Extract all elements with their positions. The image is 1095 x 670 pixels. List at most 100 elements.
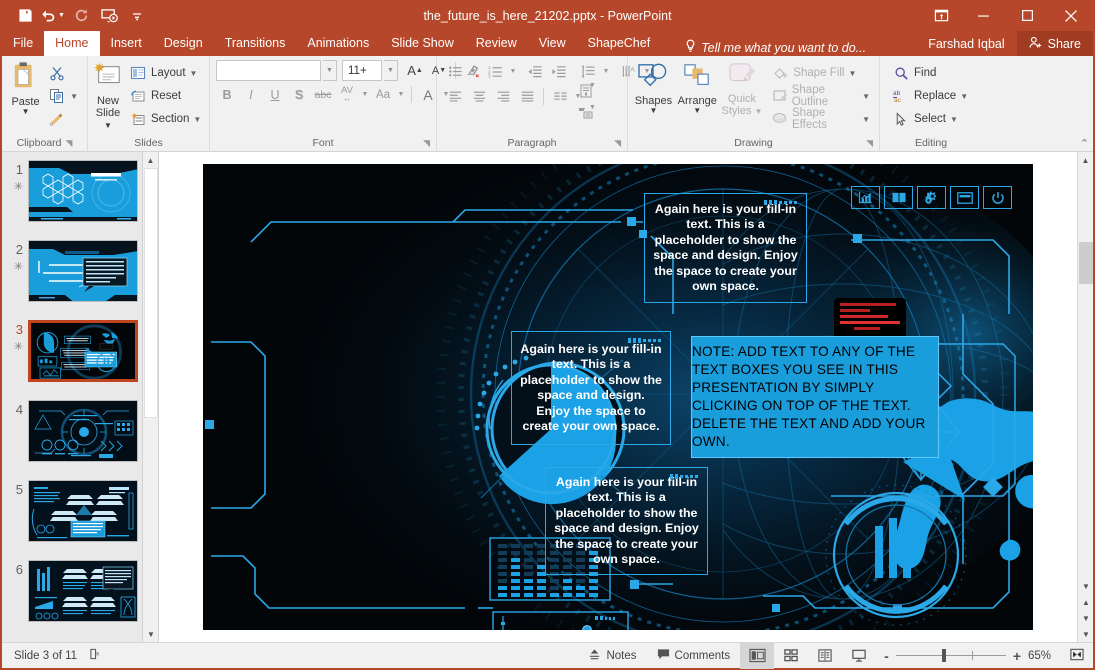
select-caret-icon[interactable]: ▼ bbox=[950, 115, 958, 124]
tell-me-box[interactable]: Tell me what you want to do... bbox=[675, 39, 876, 56]
gears-icon[interactable] bbox=[917, 186, 946, 209]
layout-caret-icon[interactable]: ▼ bbox=[190, 69, 198, 78]
tab-shapechef[interactable]: ShapeChef bbox=[577, 31, 662, 56]
scroll-up-icon[interactable]: ▲ bbox=[1078, 152, 1093, 168]
placeholder-textbox-middle[interactable]: Again here is your fill-in text. This is… bbox=[511, 331, 671, 445]
format-painter-button[interactable] bbox=[44, 108, 82, 130]
shape-outline-button[interactable]: Shape Outline ▼ bbox=[767, 84, 874, 108]
slide-thumbnail-4[interactable]: 4 bbox=[2, 400, 158, 480]
scroll-down-icon[interactable]: ▼ bbox=[1078, 578, 1094, 594]
underline-button[interactable]: U bbox=[264, 84, 286, 105]
zoom-slider[interactable] bbox=[895, 649, 1006, 662]
restore-icon[interactable] bbox=[1005, 0, 1049, 31]
center-button[interactable] bbox=[468, 86, 490, 107]
bullets-button[interactable] bbox=[444, 61, 466, 82]
shape-effects-button[interactable]: Shape Effects ▼ bbox=[767, 107, 874, 131]
slide-thumbnail-1[interactable]: 1 ✳ bbox=[2, 160, 158, 240]
vertical-scroll-thumb[interactable] bbox=[1079, 242, 1093, 284]
scroll-up-icon[interactable]: ▲ bbox=[143, 152, 158, 168]
replace-button[interactable]: ab ac Replace ▼ bbox=[888, 85, 972, 107]
tab-view[interactable]: View bbox=[528, 31, 577, 56]
slide-editing-stage[interactable]: Lorem ipsum dolor sit amet, consectetur … bbox=[159, 152, 1077, 642]
save-icon[interactable] bbox=[12, 4, 38, 28]
change-case-button[interactable]: Aa bbox=[372, 84, 394, 105]
previous-slide-icon[interactable]: ▲ bbox=[1078, 594, 1094, 610]
zoom-level[interactable]: 65% bbox=[1028, 650, 1058, 662]
normal-view-button[interactable] bbox=[740, 642, 775, 669]
font-dialog-launcher[interactable]: ◥ bbox=[423, 138, 430, 149]
numbering-button[interactable]: 123 bbox=[484, 61, 506, 82]
paste-button[interactable]: Paste ▼ bbox=[7, 60, 44, 116]
thumbnails-scroll-thumb[interactable] bbox=[144, 168, 158, 418]
shapes-caret-icon[interactable]: ▼ bbox=[649, 107, 657, 115]
spelling-icon[interactable]: x bbox=[89, 647, 104, 664]
tab-slide-show[interactable]: Slide Show bbox=[380, 31, 465, 56]
collapse-ribbon-icon[interactable]: ⌃ bbox=[1080, 137, 1089, 150]
slide-thumbnail-5[interactable]: 5 bbox=[2, 480, 158, 560]
quick-styles-button[interactable]: Quick Styles ▼ bbox=[721, 60, 764, 118]
font-name-input[interactable] bbox=[216, 60, 321, 81]
clipboard-dialog-launcher[interactable]: ◥ bbox=[66, 138, 73, 149]
slide-vertical-scrollbar[interactable]: ▲ ▼ ▲ ▼ ▼ bbox=[1077, 152, 1093, 642]
layout-button[interactable]: Layout ▼ bbox=[125, 62, 205, 84]
bold-button[interactable]: B bbox=[216, 84, 238, 105]
window-icon[interactable] bbox=[950, 186, 979, 209]
comments-button[interactable]: Comments bbox=[647, 648, 741, 663]
shape-fill-caret-icon[interactable]: ▼ bbox=[848, 69, 856, 78]
thumbnails-scrollbar[interactable]: ▲ ▼ bbox=[142, 152, 158, 642]
notes-button[interactable]: Notes bbox=[578, 648, 646, 664]
start-presentation-icon[interactable] bbox=[96, 4, 122, 28]
new-slide-button[interactable]: New Slide ▼ bbox=[93, 60, 123, 132]
italic-button[interactable]: I bbox=[240, 84, 262, 105]
note-textbox[interactable]: NOTE: ADD TEXT TO ANY OF THE TEXT BOXES … bbox=[691, 336, 939, 458]
zoom-out-button[interactable]: - bbox=[884, 648, 889, 664]
minimize-icon[interactable] bbox=[961, 0, 1005, 31]
strikethrough-button[interactable]: abc bbox=[312, 84, 334, 105]
zoom-slider-thumb[interactable] bbox=[941, 649, 946, 662]
bullets-caret-icon[interactable]: ▼ bbox=[468, 61, 478, 82]
character-spacing-button[interactable]: AV ↔ bbox=[336, 84, 358, 105]
reading-view-button[interactable] bbox=[808, 643, 842, 669]
slide-thumbnail-3[interactable]: 3 ✳ bbox=[2, 320, 158, 400]
select-button[interactable]: Select ▼ bbox=[888, 108, 972, 130]
copy-button[interactable]: ▼ bbox=[44, 85, 82, 107]
slide-nav-extra-icon[interactable]: ▼ bbox=[1078, 626, 1094, 642]
slide-show-button[interactable] bbox=[842, 643, 876, 669]
font-color-button[interactable]: A bbox=[417, 84, 439, 105]
section-button[interactable]: Section ▼ bbox=[125, 108, 205, 130]
align-left-button[interactable] bbox=[444, 86, 466, 107]
power-icon[interactable] bbox=[983, 186, 1012, 209]
undo-icon[interactable]: ▼ bbox=[40, 4, 66, 28]
font-size-input[interactable]: 11+ bbox=[342, 60, 382, 81]
tab-insert[interactable]: Insert bbox=[100, 31, 153, 56]
close-icon[interactable] bbox=[1049, 0, 1093, 31]
font-size-dropdown-icon[interactable]: ▼ bbox=[384, 60, 398, 81]
copy-caret-icon[interactable]: ▼ bbox=[70, 92, 78, 101]
columns-button[interactable] bbox=[549, 86, 571, 107]
slide-sorter-button[interactable] bbox=[774, 643, 808, 669]
justify-button[interactable] bbox=[516, 86, 538, 107]
tab-review[interactable]: Review bbox=[465, 31, 528, 56]
customize-quick-access-icon[interactable] bbox=[124, 4, 150, 28]
slide-thumbnail-6[interactable]: 6 bbox=[2, 560, 158, 640]
character-spacing-caret-icon[interactable]: ▼ bbox=[360, 84, 370, 105]
shape-fill-button[interactable]: Shape Fill ▼ bbox=[767, 62, 874, 84]
tab-animations[interactable]: Animations bbox=[296, 31, 380, 56]
tab-file[interactable]: File bbox=[2, 31, 44, 56]
arrange-button[interactable]: Arrange ▼ bbox=[676, 60, 719, 115]
arrange-caret-icon[interactable]: ▼ bbox=[693, 107, 701, 115]
increase-indent-button[interactable] bbox=[548, 61, 570, 82]
section-caret-icon[interactable]: ▼ bbox=[193, 115, 201, 124]
font-name-dropdown-icon[interactable]: ▼ bbox=[323, 60, 337, 81]
book-icon[interactable] bbox=[884, 186, 913, 209]
bar-chart-icon[interactable] bbox=[851, 186, 880, 209]
paragraph-dialog-launcher[interactable]: ◥ bbox=[614, 138, 621, 149]
find-button[interactable]: Find bbox=[888, 62, 972, 84]
zoom-in-button[interactable]: + bbox=[1013, 648, 1021, 664]
next-slide-icon[interactable]: ▼ bbox=[1078, 610, 1094, 626]
paste-caret-icon[interactable]: ▼ bbox=[22, 108, 30, 116]
slide-counter[interactable]: Slide 3 of 11 bbox=[14, 650, 77, 662]
placeholder-textbox-bottom[interactable]: Again here is your fill-in text. This is… bbox=[545, 467, 708, 575]
change-case-caret-icon[interactable]: ▼ bbox=[396, 84, 406, 105]
grow-font-button[interactable]: A ▲ bbox=[404, 60, 426, 81]
